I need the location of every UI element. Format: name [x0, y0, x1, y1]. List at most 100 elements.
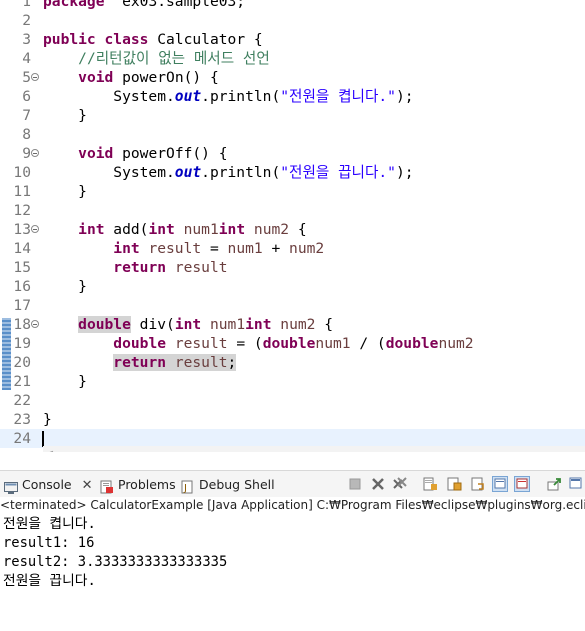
code-token: class — [104, 31, 149, 49]
fold-collapse-icon[interactable] — [31, 320, 39, 329]
code-line[interactable]: 11 } — [0, 182, 585, 201]
line-number: 13 — [13, 221, 31, 239]
code-text: } — [43, 372, 87, 391]
code-line[interactable]: 19 double result = (doublenum1 / (double… — [0, 334, 585, 353]
code-text: void powerOn() { — [43, 68, 219, 87]
code-editor[interactable]: 1 package ex03.sample03; 2 3 public class Ca… — [0, 0, 585, 452]
horizontal-scrollbar[interactable]: < — [43, 446, 585, 452]
code-line[interactable]: 13 int add(int num1int num2 { — [0, 220, 585, 239]
line-number: 19 — [13, 335, 31, 353]
remove-all-terminated-icon[interactable] — [392, 476, 408, 492]
line-number: 11 — [13, 183, 31, 201]
code-token: powerOn() { — [113, 69, 219, 87]
code-line[interactable]: 20 return result; — [0, 353, 585, 372]
open-console-icon[interactable] — [568, 476, 584, 492]
code-line[interactable]: 8 — [0, 125, 585, 144]
code-line[interactable]: 21 } — [0, 372, 585, 391]
console-output[interactable]: 전원을 켭니다. result1: 16 result2: 3.3333333333… — [0, 515, 585, 631]
code-token: int — [218, 221, 246, 239]
code-text: System.out.println("전원을 끕니다."); — [43, 163, 413, 182]
remove-launch-icon[interactable] — [370, 476, 386, 492]
code-token: result — [174, 259, 228, 277]
fold-collapse-icon[interactable] — [31, 225, 39, 234]
show-on-stdout-icon[interactable] — [492, 476, 508, 492]
code-text: } — [43, 106, 87, 125]
code-token: num2 — [289, 240, 325, 258]
scroll-lock-icon[interactable] — [446, 476, 462, 492]
code-line[interactable]: 7 } — [0, 106, 585, 125]
code-line[interactable]: 9 void powerOff() { — [0, 144, 585, 163]
code-text: public class Calculator { — [43, 30, 263, 49]
close-icon[interactable]: ✕ — [82, 478, 93, 493]
code-token: { — [315, 316, 334, 334]
code-line[interactable]: 18 double div(int num1int num2 { — [0, 315, 585, 334]
code-line[interactable]: 3 public class Calculator { — [0, 30, 585, 49]
console-output-line: 전원을 켭니다. — [3, 516, 96, 532]
console-status-line: <terminated> CalculatorExample [Java App… — [0, 497, 585, 514]
fold-collapse-icon[interactable] — [31, 73, 39, 82]
code-token: //리턴값이 없는 메서드 선언 — [78, 50, 270, 68]
line-number: 8 — [22, 126, 31, 144]
tab-problems[interactable]: Problems — [100, 475, 176, 495]
line-number: 18 — [13, 316, 31, 334]
code-token: double — [385, 335, 439, 353]
code-token: return — [113, 354, 167, 372]
line-number: 5 — [22, 69, 31, 87]
code-token: Calculator { — [148, 31, 263, 49]
code-token: public — [43, 31, 96, 49]
line-number: 4 — [22, 50, 31, 68]
clear-console-icon[interactable] — [422, 476, 438, 492]
pin-console-icon[interactable] — [546, 476, 562, 492]
code-line[interactable]: 22 — [0, 391, 585, 410]
code-line[interactable]: 4 //리턴값이 없는 메서드 선언 — [0, 49, 585, 68]
tab-console[interactable]: Console ✕ — [4, 475, 93, 495]
line-number: 2 — [22, 12, 31, 30]
code-line[interactable]: 23} — [0, 410, 585, 429]
code-line[interactable]: 12 — [0, 201, 585, 220]
code-token: double — [78, 316, 131, 334]
terminate-icon[interactable] — [347, 476, 363, 492]
code-token — [166, 354, 175, 372]
code-line[interactable]: 16 } — [0, 277, 585, 296]
fold-collapse-icon[interactable] — [31, 149, 39, 158]
code-line[interactable]: 1 package ex03.sample03; — [0, 0, 585, 11]
code-line[interactable]: 6 System.out.println("전원을 켭니다."); — [0, 87, 585, 106]
svg-text:J: J — [183, 483, 187, 494]
code-token: } — [43, 411, 52, 429]
line-number: 21 — [13, 373, 31, 391]
line-number: 23 — [13, 411, 31, 429]
code-token: = ( — [227, 335, 263, 353]
code-text: void powerOff() { — [43, 144, 227, 163]
code-token: result — [174, 335, 228, 353]
tab-debug-shell[interactable]: J Debug Shell — [181, 475, 275, 495]
scroll-left-icon[interactable]: < — [45, 447, 54, 452]
code-token: result — [174, 354, 228, 372]
code-token: int — [148, 221, 175, 239]
code-token: } — [43, 278, 87, 296]
line-number: 14 — [13, 240, 31, 258]
code-line[interactable]: 2 — [0, 11, 585, 30]
code-token: int — [113, 240, 140, 258]
show-on-stderr-icon[interactable] — [514, 476, 530, 492]
code-token: ex03.sample03; — [104, 0, 246, 10]
line-number: 6 — [22, 88, 31, 106]
code-token: out — [174, 164, 202, 182]
code-line[interactable]: 17 — [0, 296, 585, 315]
code-line[interactable]: 14 int result = num1 + num2 — [0, 239, 585, 258]
code-text: } — [43, 182, 87, 201]
word-wrap-icon[interactable] — [470, 476, 486, 492]
code-token: num2 — [438, 335, 474, 353]
line-number: 10 — [13, 164, 31, 182]
line-number: 15 — [13, 259, 31, 277]
code-line[interactable]: 15 return result — [0, 258, 585, 277]
code-token: } — [43, 183, 87, 201]
code-token: double — [262, 335, 316, 353]
code-line[interactable]: 10 System.out.println("전원을 끕니다."); — [0, 163, 585, 182]
code-line[interactable]: 5 void powerOn() { — [0, 68, 585, 87]
